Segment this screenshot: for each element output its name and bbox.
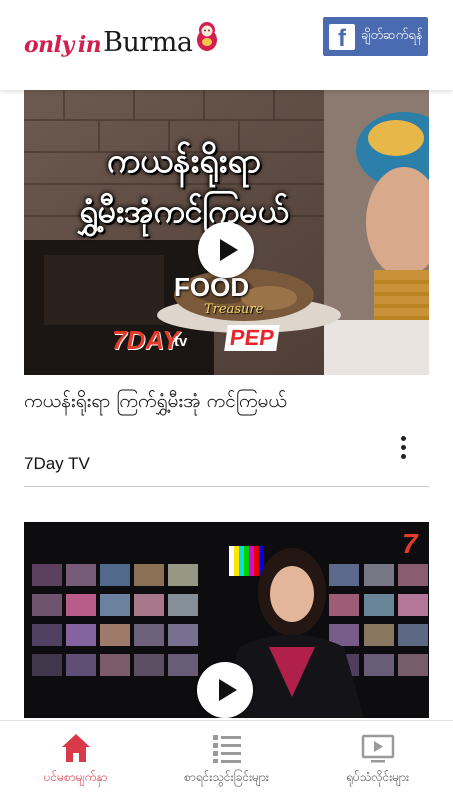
play-icon[interactable] [197, 662, 253, 718]
thumbnail-title-line2: ရွှံ့မီးအုံကင်ကြမယ် [79, 192, 289, 230]
food-treasure-subtitle: Treasure [204, 302, 264, 317]
nav-item-home[interactable]: ပင်မစာမျက်နှာ [0, 721, 151, 800]
facebook-connect-button[interactable]: f ချိတ်ဆက်ရန် [323, 17, 428, 56]
more-options-icon[interactable] [389, 430, 417, 466]
7day-logo: 7DAY [112, 325, 180, 355]
logo-text-burma: Burma [103, 27, 193, 58]
video-thumbnail[interactable]: 7 [24, 522, 429, 718]
logo-text-only: only [24, 32, 74, 58]
app-header: only in Burma f ချိတ်ဆက်ရန် [0, 0, 453, 90]
more-dot [401, 445, 406, 450]
food-treasure-logo: FOOD [174, 272, 250, 302]
facebook-connect-label: ချိတ်ဆက်ရန် [361, 28, 423, 43]
home-icon [61, 734, 90, 762]
list-icon [212, 735, 241, 763]
nav-label-channels: ရုပ်သံလိုင်းများ [345, 770, 410, 784]
video-card: 7 [24, 522, 429, 718]
divider [24, 486, 429, 487]
nav-item-channels[interactable]: ရုပ်သံလိုင်းများ [302, 721, 453, 800]
bottom-navigation: ပင်မစာမျက်နှာ စာရင်းသွင်းခြင်းများ ရုပ်သ… [0, 720, 453, 800]
channel-watermark: 7 [402, 528, 418, 559]
more-dot [401, 436, 406, 441]
video-card: ကယန်းရိုးရာ ရွှံ့မီးအုံကင်ကြမယ် FOOD Tre… [24, 90, 429, 487]
nav-item-subscriptions[interactable]: စာရင်းသွင်းခြင်းများ [151, 721, 302, 800]
nav-label-subscriptions: စာရင်းသွင်းခြင်းများ [184, 770, 269, 784]
video-title[interactable]: ကယန်းရိုးရာ ကြက်ရွှံ့မီးအုံ ကင်ကြမယ် [24, 389, 287, 417]
play-icon[interactable] [198, 222, 254, 278]
doll-icon [196, 22, 217, 51]
nav-label-home: ပင်မစာမျက်နှာ [43, 770, 108, 784]
thumbnail-title-line1: ကယန်းရိုးရာ [106, 141, 262, 181]
pep-logo: PEP [224, 325, 280, 351]
facebook-icon: f [329, 23, 355, 50]
video-thumbnail[interactable]: ကယန်းရိုးရာ ရွှံ့မီးအုံကင်ကြမယ် FOOD Tre… [24, 90, 429, 375]
app-logo[interactable]: only in Burma [24, 18, 219, 58]
7day-tv-suffix: tv [174, 333, 188, 350]
channel-name[interactable]: 7Day TV [24, 454, 90, 474]
tv-play-icon [361, 734, 394, 763]
logo-text-in: in [77, 32, 102, 58]
more-dot [401, 454, 406, 459]
